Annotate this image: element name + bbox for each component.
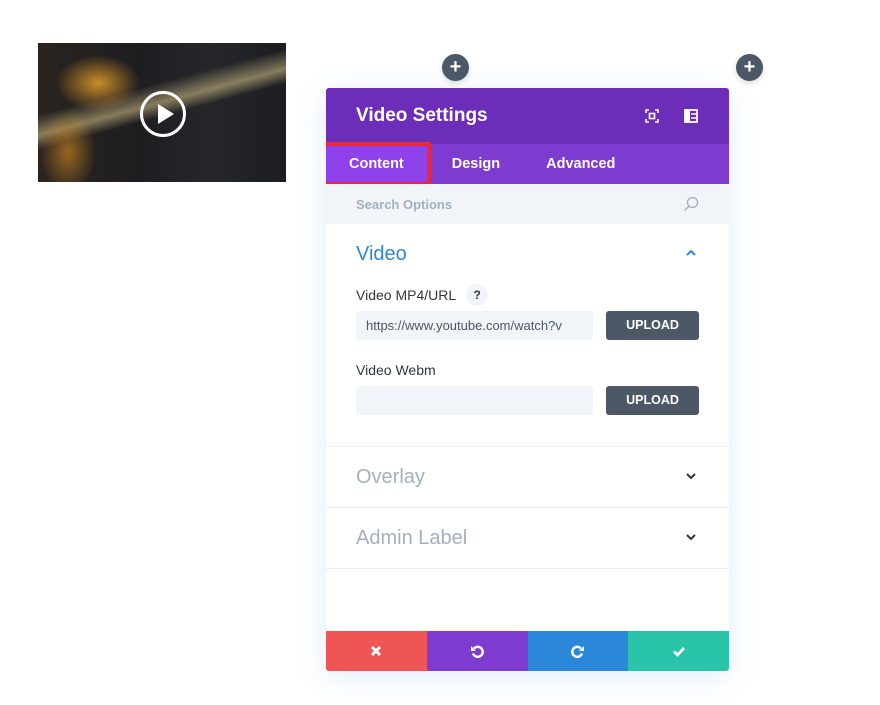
video-webm-input[interactable] <box>356 386 593 415</box>
section-title: Overlay <box>356 465 425 488</box>
search-options-input[interactable] <box>356 196 656 212</box>
video-settings-modal: Video Settings Content Design Advanced V… <box>326 88 729 671</box>
tab-advanced[interactable]: Advanced <box>523 144 638 184</box>
add-module-button[interactable]: + <box>736 54 763 81</box>
section-overlay-toggle[interactable]: Overlay <box>326 447 729 507</box>
add-row-button[interactable]: + <box>442 54 469 81</box>
plus-icon: + <box>449 56 462 78</box>
plus-icon: + <box>743 56 756 78</box>
close-icon <box>371 645 382 657</box>
tab-content[interactable]: Content <box>326 142 431 186</box>
video-webm-label: Video Webm <box>356 362 436 378</box>
upload-webm-button[interactable]: UPLOAD <box>606 386 699 415</box>
cancel-button[interactable] <box>326 631 427 671</box>
section-video-toggle[interactable]: Video <box>326 224 729 284</box>
field-row: UPLOAD <box>356 386 699 415</box>
video-mp4-label: Video MP4/URL <box>356 287 457 303</box>
play-icon[interactable] <box>140 91 186 137</box>
field-row: UPLOAD <box>356 311 699 340</box>
modal-header[interactable]: Video Settings <box>326 88 729 144</box>
video-thumbnail[interactable] <box>38 43 286 182</box>
modal-title: Video Settings <box>356 105 488 126</box>
redo-icon <box>571 645 584 658</box>
section-admin-label-toggle[interactable]: Admin Label <box>326 508 729 568</box>
help-icon[interactable]: ? <box>466 284 489 306</box>
undo-button[interactable] <box>426 631 528 671</box>
section-video-body: Video MP4/URL ? UPLOAD Video Webm UPLOAD <box>326 284 729 446</box>
section-video: Video Video MP4/URL ? UPLOAD Video Webm … <box>326 224 729 447</box>
section-title: Video <box>356 242 407 265</box>
tab-bar: Content Design Advanced <box>326 142 729 186</box>
section-admin-label: Admin Label <box>326 508 729 569</box>
field-label: Video Webm <box>356 359 699 381</box>
section-overlay: Overlay <box>326 447 729 508</box>
save-button[interactable] <box>628 631 729 671</box>
video-mp4-url-input[interactable] <box>356 311 593 340</box>
undo-icon <box>471 645 484 658</box>
check-icon <box>672 647 685 658</box>
search-bar <box>326 184 729 224</box>
chevron-down-icon[interactable] <box>685 471 697 481</box>
chevron-down-icon[interactable] <box>685 532 697 542</box>
tab-design[interactable]: Design <box>429 144 523 184</box>
redo-button[interactable] <box>527 631 629 671</box>
section-title: Admin Label <box>356 526 468 549</box>
modal-footer <box>326 631 729 671</box>
search-icon[interactable] <box>683 196 699 212</box>
expand-icon[interactable] <box>645 109 659 123</box>
sidebar-layout-icon[interactable] <box>684 109 698 123</box>
upload-mp4-button[interactable]: UPLOAD <box>606 311 699 340</box>
chevron-up-icon[interactable] <box>685 248 697 258</box>
field-label: Video MP4/URL ? <box>356 284 699 306</box>
